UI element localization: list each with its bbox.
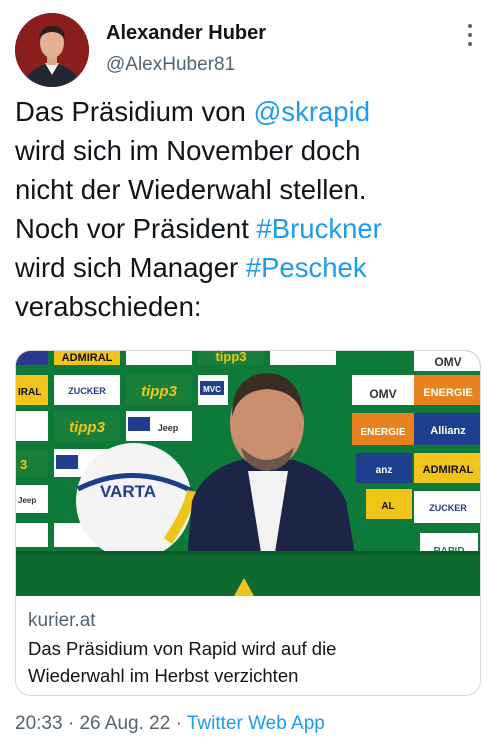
svg-text:3: 3 [20,457,27,472]
hashtag-link[interactable]: #Peschek [246,252,367,283]
svg-text:Allianz: Allianz [430,425,466,437]
tweet-date[interactable]: 26 Aug. 22 [79,713,170,734]
svg-text:IRAL: IRAL [18,387,41,398]
more-options-icon[interactable] [465,24,475,46]
svg-text:ENERGIE: ENERGIE [360,427,405,438]
svg-text:ZUCKER: ZUCKER [429,503,467,513]
svg-text:tipp3: tipp3 [141,383,177,400]
author-avatar[interactable] [15,13,89,87]
card-title-line: Das Präsidium von Rapid wird auf die [28,638,337,659]
svg-text:OMV: OMV [369,387,396,401]
svg-text:ZUCKER: ZUCKER [68,386,106,396]
press-conference-photo: ADMIRAL tipp3 OMV IRAL ZUCKER tipp3 MVC … [16,351,480,596]
tweet-text-segment: wird sich im November doch [15,135,361,166]
svg-text:Jeep: Jeep [18,496,36,505]
tweet-text-segment: Das Präsidium von [15,96,254,127]
tweet-text-segment: verabschieden: [15,291,202,322]
tweet-text-segment: wird sich Manager [15,252,246,283]
svg-text:tipp3: tipp3 [69,419,105,436]
avatar-image [15,13,89,87]
tweet-meta: 20:33 · 26 Aug. 22 · Twitter Web App [15,713,325,735]
svg-text:OMV: OMV [434,355,461,369]
svg-text:anz: anz [376,465,393,476]
author-name[interactable]: Alexander Huber [106,22,266,45]
link-preview-card[interactable]: ADMIRAL tipp3 OMV IRAL ZUCKER tipp3 MVC … [15,350,481,696]
tweet-time[interactable]: 20:33 [15,713,63,734]
svg-text:ENERGIE: ENERGIE [423,387,473,399]
svg-text:AL: AL [381,501,394,512]
svg-text:tipp3: tipp3 [215,351,246,364]
card-text: kurier.at Das Präsidium von Rapid wird a… [28,609,468,689]
hashtag-link[interactable]: #Bruckner [257,213,382,244]
author-handle[interactable]: @AlexHuber81 [106,54,235,76]
mention-link[interactable]: @skrapid [253,96,370,127]
card-title: Das Präsidium von Rapid wird auf die Wie… [28,635,468,689]
svg-text:ADMIRAL: ADMIRAL [423,464,474,476]
tweet-text-segment: nicht der Wiederwahl stellen. [15,174,367,205]
card-image: ADMIRAL tipp3 OMV IRAL ZUCKER tipp3 MVC … [16,351,480,596]
tweet-source-link[interactable]: Twitter Web App [187,713,325,734]
svg-text:VARTA: VARTA [100,482,156,501]
meta-separator: · [170,713,187,734]
svg-text:MVC: MVC [203,385,221,394]
svg-text:Jeep: Jeep [158,423,179,433]
svg-text:ADMIRAL: ADMIRAL [62,352,113,364]
card-title-line: Wiederwahl im Herbst verzichten [28,665,299,686]
meta-separator: · [62,713,80,734]
tweet-text-segment: Noch vor Präsident [15,213,257,244]
card-domain: kurier.at [28,610,96,631]
tweet-text: Das Präsidium von @skrapid wird sich im … [15,92,475,326]
